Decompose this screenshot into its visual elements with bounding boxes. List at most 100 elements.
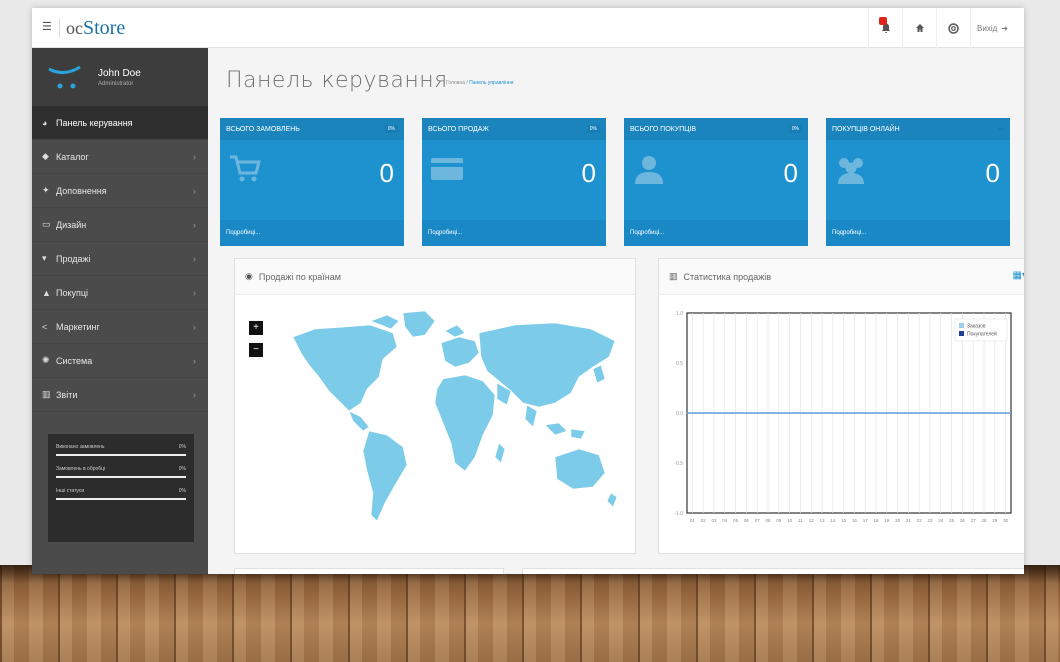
progress-value: 0% — [178, 444, 186, 450]
sidebar-item-extensions[interactable]: ✦ Доповнення › — [32, 174, 208, 208]
sidebar-item-label: Дизайн — [56, 219, 87, 230]
progress-item: Виконано замовлень 0% — [56, 444, 186, 456]
cart-icon — [230, 155, 261, 182]
sales-statistics-panel: ▥ Статистика продажів ▦▾ 1.0 0.5 0.0 -0.5 -1… — [658, 258, 1024, 554]
x-tick-label: 05 — [733, 518, 739, 523]
x-tick-label: 26 — [960, 518, 966, 523]
bar-chart-icon: ▥ — [42, 389, 51, 399]
legend-swatch — [959, 323, 964, 328]
y-tick-label: 1.0 — [676, 311, 683, 317]
sidebar-item-dashboard[interactable]: ◕ Панель керування — [32, 106, 208, 140]
sidebar-item-label: Каталог — [56, 151, 89, 162]
sidebar-item-marketing[interactable]: < Маркетинг › — [32, 310, 208, 344]
x-tick-label: 04 — [722, 518, 728, 523]
notification-badge — [879, 17, 888, 25]
sales-by-country-panel: ◉ Продажі по країнам + − — [234, 258, 636, 554]
globe-icon: ◉ — [245, 271, 253, 281]
cart-icon: ▾ — [42, 253, 47, 263]
tile-details-link[interactable]: Подробиці... — [422, 220, 606, 246]
tile-details-link[interactable]: Подробиці... — [220, 220, 404, 246]
breadcrumb-current[interactable]: Панель управління — [469, 80, 513, 86]
dashboard-icon: ◕ — [42, 117, 48, 128]
progress-label: Інші статуси — [56, 488, 85, 494]
y-tick-label: 0.5 — [676, 361, 683, 367]
menu-toggle-icon[interactable]: ☰ — [42, 22, 52, 33]
sidebar-item-customers[interactable]: ▲ Покупці › — [32, 276, 208, 310]
x-tick-label: 20 — [895, 518, 901, 523]
x-tick-label: 18 — [873, 518, 879, 523]
world-map[interactable] — [275, 307, 625, 537]
sidebar-item-label: Система — [56, 355, 93, 366]
sidebar-item-system[interactable]: ✺ Система › — [32, 344, 208, 378]
help-button[interactable] — [936, 8, 970, 48]
top-header: ☰ ocStore Вихід ➜ — [32, 8, 1024, 48]
sidebar-item-catalog[interactable]: ◆ Каталог › — [32, 140, 208, 174]
tile-percent: 0% — [788, 125, 802, 133]
sidebar-item-sales[interactable]: ▾ Продажі › — [32, 242, 208, 276]
tile-title: ВСЬОГО ЗАМОВЛЕНЬ — [226, 125, 300, 133]
chevron-right-icon: › — [193, 219, 196, 230]
user-profile[interactable]: John Doe Administrator — [32, 48, 208, 106]
notifications-button[interactable] — [868, 8, 902, 48]
x-tick-label: 22 — [917, 518, 923, 523]
x-tick-label: 06 — [744, 518, 750, 523]
zoom-out-button[interactable]: − — [249, 343, 263, 357]
progress-value: 0% — [178, 466, 186, 472]
opencart-logo-icon — [46, 63, 86, 91]
credit-card-icon — [431, 158, 463, 180]
y-tick-label: 0.0 — [676, 411, 683, 417]
tile-percent: 0% — [384, 125, 398, 133]
logout-button[interactable]: Вихід ➜ — [970, 8, 1014, 48]
profile-role: Administrator — [98, 80, 134, 87]
panel-header: ▥ Статистика продажів — [659, 259, 1024, 295]
sidebar-item-label: Покупці — [56, 287, 89, 298]
x-tick-label: 24 — [938, 518, 944, 523]
sidebar-item-label: Маркетинг — [56, 321, 100, 332]
profile-name: John Doe — [98, 67, 141, 79]
calendar-dropdown-button[interactable]: ▦▾ — [1013, 270, 1024, 281]
breadcrumb-home[interactable]: Головна — [446, 80, 465, 86]
tile-details-link[interactable]: Подробиці... — [826, 220, 1010, 246]
sidebar-item-design[interactable]: ▭ Дизайн › — [32, 208, 208, 242]
x-tick-label: 03 — [711, 518, 717, 523]
x-tick-label: 13 — [819, 518, 825, 523]
x-tick-label: 29 — [992, 518, 998, 523]
x-tick-label: 08 — [765, 518, 771, 523]
life-ring-icon — [948, 22, 959, 34]
tag-icon: ◆ — [42, 151, 49, 161]
progress-item: Інші статуси 0% — [56, 488, 186, 500]
x-tick-label: 14 — [830, 518, 836, 523]
tile-value: 0 — [581, 158, 596, 188]
x-tick-label: 16 — [852, 518, 858, 523]
users-icon — [838, 158, 864, 184]
tile-title: ВСЬОГО ПРОДАЖ — [428, 125, 489, 133]
x-tick-label: 21 — [906, 518, 912, 523]
zoom-in-button[interactable]: + — [249, 321, 263, 335]
tile-value: 0 — [379, 158, 394, 188]
x-tick-label: 17 — [863, 518, 869, 523]
sidebar-item-reports[interactable]: ▥ Звіти › — [32, 378, 208, 412]
legend-label: Заказов — [967, 324, 986, 330]
sidebar: John Doe Administrator ◕ Панель керуванн… — [32, 48, 208, 574]
tile-customers-online: ПОКУПЦІВ ОНЛАЙН 0 Подробиці... — [826, 118, 1010, 246]
progress-bar — [56, 498, 186, 500]
panel-title: Продажі по країнам — [258, 271, 341, 282]
x-tick-label: 28 — [981, 518, 987, 523]
header-divider — [59, 18, 60, 38]
y-tick-label: -0.5 — [674, 461, 683, 467]
chevron-right-icon: › — [193, 389, 196, 400]
store-home-button[interactable] — [902, 8, 936, 48]
tile-details-link[interactable]: Подробиці... — [624, 220, 808, 246]
logo[interactable]: ocStore — [66, 17, 125, 40]
tile-total-customers: ВСЬОГО ПОКУПЦІВ 0% 0 Подробиці... — [624, 118, 808, 246]
main-content: Панель керування Головна / Панель управл… — [208, 48, 1024, 574]
page-title: Панель керування — [226, 68, 448, 93]
user-icon: ▲ — [42, 287, 51, 298]
x-tick-label: 23 — [927, 518, 933, 523]
chevron-right-icon: › — [193, 287, 196, 298]
panel-title: Статистика продажів — [683, 271, 772, 282]
tile-percent: 0% — [586, 125, 600, 133]
x-tick-label: 07 — [755, 518, 761, 523]
tile-total-sales: ВСЬОГО ПРОДАЖ 0% 0 Подробиці... — [422, 118, 606, 246]
admin-screen: ☰ ocStore Вихід ➜ John Doe Administrator… — [32, 8, 1024, 574]
